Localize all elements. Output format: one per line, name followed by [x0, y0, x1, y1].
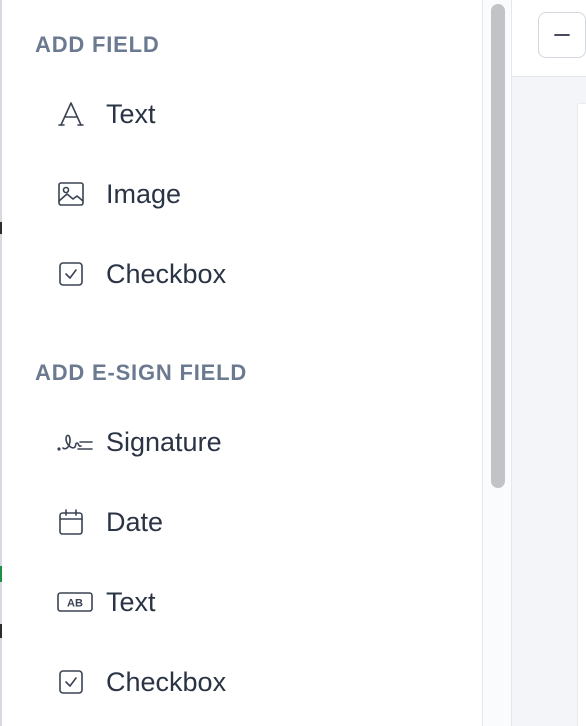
minus-icon	[552, 25, 572, 45]
section-title-add-esign-field: ADD E-SIGN FIELD	[35, 360, 248, 385]
field-item-signature[interactable]: Signature	[56, 422, 222, 462]
field-item-image[interactable]: Image	[56, 174, 181, 214]
field-item-label: Date	[106, 506, 164, 537]
text-font-icon	[56, 99, 86, 129]
calendar-icon	[56, 507, 86, 537]
field-picker-window: ADD FIELD Text Image Checkbox ADD E-SIGN…	[0, 0, 586, 726]
field-item-label: Text	[106, 98, 156, 129]
image-icon	[56, 179, 86, 209]
document-toolbar	[512, 0, 586, 77]
checkbox-icon	[56, 667, 86, 697]
field-item-checkbox[interactable]: Checkbox	[56, 254, 226, 294]
document-canvas	[512, 0, 586, 726]
add-field-panel: ADD FIELD Text Image Checkbox ADD E-SIGN…	[2, 0, 482, 726]
svg-text:AB: AB	[67, 598, 83, 610]
signature-icon	[56, 427, 94, 457]
field-item-esign-checkbox[interactable]: Checkbox	[56, 662, 226, 702]
field-item-esign-text[interactable]: AB Text	[56, 582, 156, 622]
field-item-label: Text	[106, 586, 156, 617]
field-item-label: Signature	[106, 426, 222, 457]
field-item-label: Checkbox	[106, 666, 227, 697]
zoom-out-button[interactable]	[538, 12, 586, 58]
section-title-add-field: ADD FIELD	[35, 32, 160, 57]
field-item-label: Image	[106, 178, 182, 209]
panel-scrollbar[interactable]	[482, 0, 512, 726]
document-page	[578, 104, 586, 726]
field-item-label: Checkbox	[106, 258, 227, 289]
scrollbar-thumb[interactable]	[491, 4, 505, 488]
field-item-date[interactable]: Date	[56, 502, 163, 542]
checkbox-icon	[56, 259, 86, 289]
field-item-text[interactable]: Text	[56, 94, 156, 134]
ab-textbox-icon: AB	[56, 587, 94, 617]
